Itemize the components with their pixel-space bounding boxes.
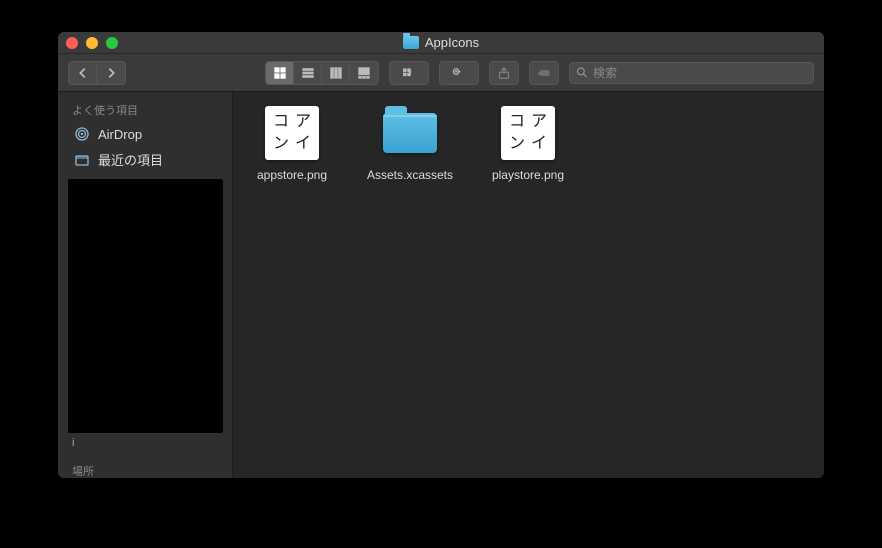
tags-group: [529, 61, 559, 85]
back-button[interactable]: [69, 62, 97, 84]
gallery-view-button[interactable]: [350, 62, 378, 84]
finder-window: AppIcons: [58, 32, 824, 478]
search-input[interactable]: [593, 66, 807, 80]
image-thumbnail: コ ア ン イ: [501, 106, 555, 160]
titlebar: AppIcons: [58, 32, 824, 54]
file-label: playstore.png: [492, 168, 564, 182]
traffic-lights: [66, 37, 118, 49]
airdrop-icon: [74, 126, 90, 142]
close-button[interactable]: [66, 37, 78, 49]
sidebar-favorites-header: よく使う項目: [58, 98, 232, 122]
tags-button[interactable]: [530, 62, 558, 84]
search-icon: [576, 66, 588, 79]
sidebar: よく使う項目 AirDrop 最近の項目 i 場所 MachintoshHD: [58, 92, 233, 478]
action-group: [439, 61, 479, 85]
share-button[interactable]: [490, 62, 518, 84]
image-thumbnail: コ ア ン イ: [265, 106, 319, 160]
file-item-assets[interactable]: Assets.xcassets: [365, 106, 455, 182]
sidebar-locations-header: 場所: [58, 459, 232, 478]
sidebar-item-recents[interactable]: 最近の項目: [58, 146, 232, 173]
nav-buttons: [68, 61, 126, 85]
file-item-appstore[interactable]: コ ア ン イ appstore.png: [247, 106, 337, 182]
window-body: よく使う項目 AirDrop 最近の項目 i 場所 MachintoshHD: [58, 92, 824, 478]
column-view-button[interactable]: [322, 62, 350, 84]
file-label: Assets.xcassets: [367, 168, 453, 182]
folder-icon: [403, 36, 419, 49]
file-item-playstore[interactable]: コ ア ン イ playstore.png: [483, 106, 573, 182]
minimize-button[interactable]: [86, 37, 98, 49]
content-area: コ ア ン イ appstore.png Assets.xcassets: [233, 92, 824, 478]
sidebar-blackbox: [68, 179, 223, 433]
action-menu-button[interactable]: [440, 62, 478, 84]
view-mode-buttons: [265, 61, 379, 85]
window-title: AppIcons: [403, 35, 479, 50]
forward-button[interactable]: [97, 62, 125, 84]
search-box[interactable]: [569, 62, 814, 84]
sidebar-i-label: i: [58, 437, 232, 449]
folder-icon: [383, 113, 437, 153]
fullscreen-button[interactable]: [106, 37, 118, 49]
arrange-button[interactable]: [390, 62, 428, 84]
sidebar-item-label: AirDrop: [98, 127, 142, 142]
toolbar: [58, 54, 824, 92]
folder-thumbnail: [383, 106, 437, 160]
file-label: appstore.png: [257, 168, 327, 182]
sidebar-item-label: 最近の項目: [98, 150, 163, 169]
icon-view-button[interactable]: [266, 62, 294, 84]
sidebar-item-airdrop[interactable]: AirDrop: [58, 122, 232, 146]
recents-icon: [74, 152, 90, 168]
window-title-text: AppIcons: [425, 35, 479, 50]
share-group: [489, 61, 519, 85]
arrange-group: [389, 61, 429, 85]
list-view-button[interactable]: [294, 62, 322, 84]
